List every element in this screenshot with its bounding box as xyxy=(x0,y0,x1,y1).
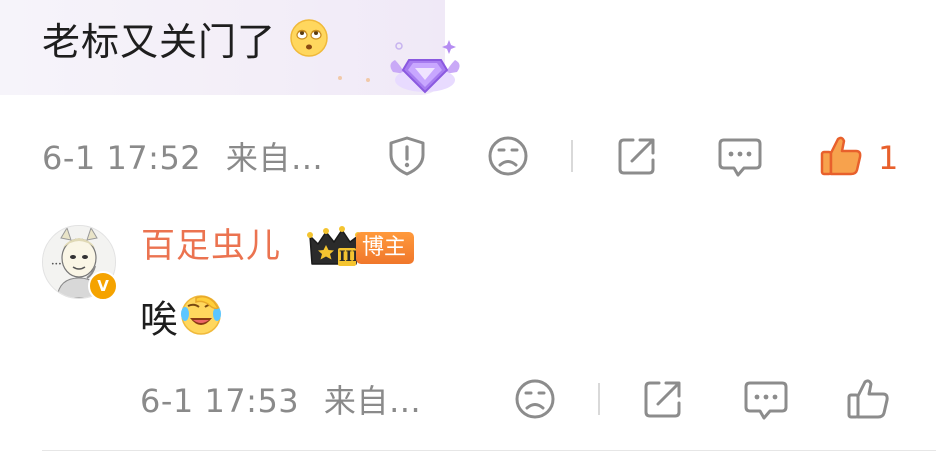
reply-meta: 6-1 17:53 来自… xyxy=(140,381,421,421)
like-thumbs-up-icon[interactable] xyxy=(819,134,863,178)
verified-badge-icon: V xyxy=(88,271,118,301)
comment-bubble-icon[interactable] xyxy=(718,136,762,178)
dislike-sad-face-icon[interactable] xyxy=(487,135,529,177)
reply-body: 唉 xyxy=(140,292,224,352)
comment-meta: 6-1 17:52 来自… xyxy=(42,138,323,178)
toolbar-divider xyxy=(598,383,600,415)
share-icon[interactable] xyxy=(616,135,658,177)
reply-time: 6-1 17:53 xyxy=(140,382,300,420)
share-icon[interactable] xyxy=(642,378,684,420)
like-count: 1 xyxy=(878,139,899,177)
crown-level-badge-icon: III xyxy=(306,226,362,270)
comment-time: 6-1 17:52 xyxy=(42,139,202,177)
separator-line xyxy=(42,450,936,451)
rolling-eyes-emoji-icon xyxy=(289,17,329,73)
level-number: III xyxy=(339,249,359,265)
reply-text: 唉 xyxy=(140,297,179,342)
comment-source[interactable]: 来自… xyxy=(226,139,324,177)
svg-text:•••: ••• xyxy=(51,261,62,268)
dislike-sad-face-icon[interactable] xyxy=(514,378,556,420)
facepalm-laughing-emoji-icon xyxy=(178,292,224,352)
purple-diamond-badge-icon xyxy=(385,36,465,98)
like-thumbs-up-icon[interactable] xyxy=(846,377,890,421)
sparkle-dot xyxy=(338,76,342,80)
role-tag-blogger: 博主 xyxy=(356,232,415,264)
comment-body: 老标又关门了 xyxy=(42,14,329,73)
comment-text: 老标又关门了 xyxy=(42,20,277,64)
toolbar-divider xyxy=(571,140,573,172)
sparkle-dot xyxy=(366,78,370,82)
report-shield-icon[interactable] xyxy=(386,135,428,177)
comment-bubble-icon[interactable] xyxy=(744,379,788,421)
reply-username[interactable]: 百足虫儿 xyxy=(141,224,281,268)
reply-source[interactable]: 来自… xyxy=(324,382,422,420)
